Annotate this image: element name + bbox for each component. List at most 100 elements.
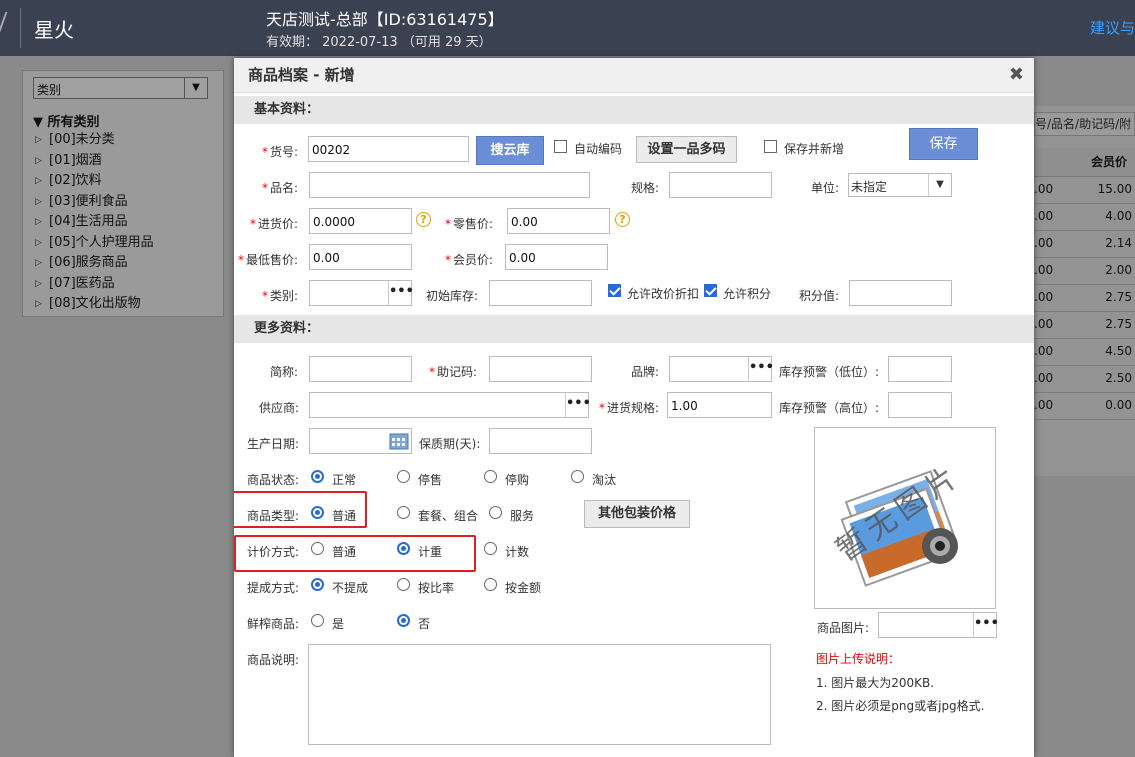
type-radio-combo[interactable] xyxy=(397,506,410,519)
other-pack-price-button[interactable]: 其他包装价格 xyxy=(584,500,690,528)
tree-item[interactable]: [07]医药品 xyxy=(33,274,154,295)
commission-option-label: 不提成 xyxy=(332,581,369,595)
pricing-radio-weight[interactable] xyxy=(397,542,410,555)
table-row[interactable]: .00 2.00 xyxy=(1034,257,1135,285)
tree-item[interactable]: [04]生活用品 xyxy=(33,212,154,233)
member-price-header: 会员价 xyxy=(1090,155,1127,169)
section-basic: 基本资料： xyxy=(234,96,1034,124)
type-radio-service[interactable] xyxy=(489,506,502,519)
tree-item[interactable]: [03]便利食品 xyxy=(33,192,154,213)
chevron-down-icon[interactable]: ▼ xyxy=(928,174,951,196)
status-radio-stop-sale[interactable] xyxy=(397,470,410,483)
image-path-input[interactable] xyxy=(878,612,974,638)
table-row[interactable]: .00 2.14 xyxy=(1034,230,1135,258)
tree-item[interactable]: [08]文化出版物 xyxy=(33,294,154,315)
tree-item[interactable]: [00]未分类 xyxy=(33,130,154,151)
menu-icon[interactable] xyxy=(0,12,12,42)
code-input[interactable]: 00202 xyxy=(308,136,469,162)
save-and-add-checkbox[interactable] xyxy=(764,140,777,153)
tree-item[interactable]: [01]烟酒 xyxy=(33,151,154,172)
tree-item[interactable]: [05]个人护理用品 xyxy=(33,233,154,254)
table-row[interactable]: .00 2.75 xyxy=(1034,284,1135,312)
multi-code-button[interactable]: 设置一品多码 xyxy=(636,136,737,163)
commission-label: 提成方式: xyxy=(247,581,300,595)
cell: .00 xyxy=(1034,263,1054,277)
short-name-label: 简称: xyxy=(270,365,299,379)
more-icon[interactable]: ••• xyxy=(748,356,774,382)
auto-code-checkbox[interactable] xyxy=(554,140,567,153)
tree-root-label: 所有类别 xyxy=(47,115,100,130)
commission-radio-amount[interactable] xyxy=(484,578,497,591)
description-textarea[interactable] xyxy=(308,644,771,745)
category-input[interactable] xyxy=(309,280,389,306)
commission-radio-none[interactable] xyxy=(311,578,324,591)
chevron-down-icon[interactable]: ▼ xyxy=(184,78,207,98)
top-bar: 星火 天店测试-总部【ID:63161475】 有效期： 2022-07-13 … xyxy=(0,0,1135,56)
cell: .00 xyxy=(1034,398,1054,412)
stock-low-input[interactable] xyxy=(888,356,952,382)
supplier-label: 供应商: xyxy=(259,401,300,415)
supplier-input[interactable] xyxy=(309,392,566,418)
unit-select[interactable]: 未指定 ▼ xyxy=(848,173,952,197)
cell: .00 xyxy=(1034,344,1054,358)
initial-stock-input[interactable] xyxy=(489,280,592,306)
shelf-life-input[interactable] xyxy=(489,428,592,454)
brand-input[interactable] xyxy=(669,356,749,382)
cell: 2.00 xyxy=(1105,263,1132,277)
feedback-link[interactable]: 建议与 xyxy=(1090,17,1135,38)
type-radio-normal[interactable] xyxy=(311,506,324,519)
cell: 15.00 xyxy=(1097,182,1132,196)
fresh-option-label: 是 xyxy=(332,617,345,631)
tree-item[interactable]: [06]服务商品 xyxy=(33,253,154,274)
help-icon[interactable]: ? xyxy=(615,212,630,227)
section-more: 更多资料： xyxy=(234,315,1034,343)
mnemonic-input[interactable] xyxy=(489,356,592,382)
tree-root[interactable]: ▼ 所有类别 xyxy=(33,111,154,130)
purchase-spec-label: * 进货规格: xyxy=(599,401,660,415)
product-image-placeholder[interactable]: 暂无图片 xyxy=(814,427,996,609)
cell: 2.75 xyxy=(1105,317,1132,331)
table-row[interactable]: .00 2.75 xyxy=(1034,311,1135,339)
pricing-radio-normal[interactable] xyxy=(311,542,324,555)
auto-code-label: 自动编码 xyxy=(574,142,623,156)
spec-input[interactable] xyxy=(669,172,772,198)
category-filter-select[interactable]: 类别 ▼ xyxy=(33,77,208,99)
calendar-icon[interactable] xyxy=(389,432,409,450)
help-icon[interactable]: ? xyxy=(416,212,431,227)
purchase-price-input[interactable]: 0.0000 xyxy=(309,208,412,234)
search-cloud-button[interactable]: 搜云库 xyxy=(476,136,544,165)
dialog-titlebar: 商品档案 - 新增 ✖ xyxy=(234,58,1034,93)
close-icon[interactable]: ✖ xyxy=(1009,58,1024,92)
points-value-input[interactable] xyxy=(849,280,952,306)
commission-radio-ratio[interactable] xyxy=(397,578,410,591)
table-row[interactable]: .00 4.50 xyxy=(1034,338,1135,366)
status-radio-stop-purchase[interactable] xyxy=(484,470,497,483)
product-table-panel: 号/品名/助记码/附 会员价 .00 15.00 .00 4.00 .00 2.14 … xyxy=(1034,106,1135,476)
fresh-radio-no[interactable] xyxy=(397,614,410,627)
more-icon[interactable]: ••• xyxy=(565,392,591,418)
tree-item[interactable]: [02]饮料 xyxy=(33,171,154,192)
fresh-radio-yes[interactable] xyxy=(311,614,324,627)
more-icon[interactable]: ••• xyxy=(973,612,999,638)
save-button[interactable]: 保存 xyxy=(909,128,978,160)
short-name-input[interactable] xyxy=(309,356,412,382)
allow-points-checkbox[interactable] xyxy=(704,284,717,297)
min-price-input[interactable]: 0.00 xyxy=(309,244,412,270)
status-radio-normal[interactable] xyxy=(311,470,324,483)
product-search-input[interactable]: 号/品名/助记码/附 xyxy=(1034,112,1135,136)
allow-discount-checkbox[interactable] xyxy=(608,284,621,297)
cell: 0.00 xyxy=(1105,398,1132,412)
purchase-spec-input[interactable]: 1.00 xyxy=(667,392,772,418)
stock-high-input[interactable] xyxy=(888,392,952,418)
name-input[interactable] xyxy=(309,172,590,198)
table-row[interactable]: .00 0.00 xyxy=(1034,392,1135,420)
more-icon[interactable]: ••• xyxy=(388,280,414,306)
table-row[interactable]: .00 2.50 xyxy=(1034,365,1135,393)
pricing-radio-count[interactable] xyxy=(484,542,497,555)
status-radio-eliminated[interactable] xyxy=(571,470,584,483)
save-and-add-label: 保存并新增 xyxy=(784,142,845,156)
retail-price-input[interactable]: 0.00 xyxy=(507,208,610,234)
table-row[interactable]: .00 15.00 xyxy=(1034,176,1135,204)
table-row[interactable]: .00 4.00 xyxy=(1034,203,1135,231)
member-price-input[interactable]: 0.00 xyxy=(505,244,608,270)
